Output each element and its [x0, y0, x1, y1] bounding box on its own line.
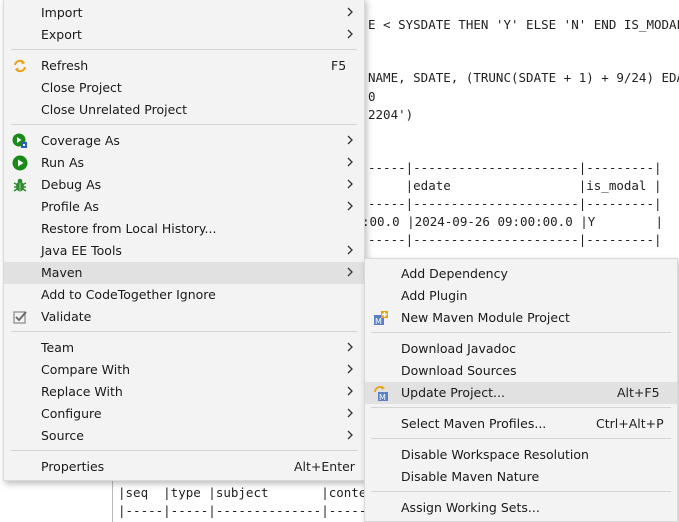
- menu-separator: [371, 332, 671, 333]
- shortcut-label: F5: [331, 58, 347, 73]
- chevron-right-icon: [347, 179, 353, 189]
- menu-separator: [11, 450, 357, 451]
- chevron-right-icon: [347, 245, 353, 255]
- coverage-icon: [12, 133, 27, 148]
- menu-separator: [371, 407, 671, 408]
- chevron-right-icon: [347, 408, 353, 418]
- menu-item-run-as[interactable]: Run As: [4, 152, 364, 174]
- menu-item-profile-as[interactable]: Profile As: [4, 196, 364, 218]
- menu-separator: [371, 491, 671, 492]
- menu-item-maven[interactable]: Maven: [4, 262, 364, 284]
- menu-item-add-dependency[interactable]: Add Dependency: [365, 263, 677, 285]
- chevron-right-icon: [347, 386, 353, 396]
- maven-module-icon: M: [374, 311, 388, 326]
- menu-item-disable-workspace-resolution[interactable]: Disable Workspace Resolution: [365, 444, 677, 466]
- menu-separator: [11, 124, 357, 125]
- menu-item-source[interactable]: Source: [4, 425, 364, 447]
- menu-item-export[interactable]: Export: [4, 24, 364, 46]
- menu-item-new-maven-module-project[interactable]: M New Maven Module Project: [365, 307, 677, 329]
- shortcut-label: Alt+F5: [617, 385, 660, 400]
- menu-item-refresh[interactable]: Refresh F5: [4, 55, 364, 77]
- menu-item-java-ee-tools[interactable]: Java EE Tools: [4, 240, 364, 262]
- menu-item-replace-with[interactable]: Replace With: [4, 381, 364, 403]
- menu-item-update-project[interactable]: M Update Project... Alt+F5: [365, 382, 677, 404]
- menu-item-properties[interactable]: Properties Alt+Enter: [4, 456, 364, 478]
- menu-item-team[interactable]: Team: [4, 337, 364, 359]
- run-icon: [12, 155, 28, 171]
- menu-item-download-sources[interactable]: Download Sources: [365, 360, 677, 382]
- menu-item-restore-local-history[interactable]: Restore from Local History...: [4, 218, 364, 240]
- menu-item-validate[interactable]: Validate: [4, 306, 364, 328]
- menu-item-download-javadoc[interactable]: Download Javadoc: [365, 338, 677, 360]
- menu-item-import[interactable]: Import: [4, 2, 364, 24]
- validate-check-icon: [13, 311, 27, 324]
- editor-line: NAME, SDATE, (TRUNC(SDATE + 1) + 9/24) E…: [368, 70, 679, 85]
- chevron-right-icon: [347, 201, 353, 211]
- chevron-right-icon: [347, 7, 353, 17]
- svg-text:M: M: [375, 317, 382, 326]
- editor-line: |seq |type |subject |contents: [118, 485, 389, 500]
- editor-line: -----|----------------------|---------|: [368, 196, 662, 211]
- menu-item-assign-working-sets[interactable]: Assign Working Sets...: [365, 497, 677, 519]
- menu-item-disable-maven-nature[interactable]: Disable Maven Nature: [365, 466, 677, 488]
- chevron-right-icon: [347, 267, 353, 277]
- chevron-right-icon: [347, 430, 353, 440]
- editor-line: 2204'): [368, 107, 414, 122]
- menu-item-select-maven-profiles[interactable]: Select Maven Profiles... Ctrl+Alt+P: [365, 413, 677, 435]
- chevron-right-icon: [347, 29, 353, 39]
- maven-update-icon: M: [374, 385, 388, 401]
- menu-item-compare-with[interactable]: Compare With: [4, 359, 364, 381]
- menu-separator: [11, 49, 357, 50]
- menu-item-coverage-as[interactable]: Coverage As: [4, 130, 364, 152]
- maven-submenu: Add Dependency Add Plugin M New Maven Mo…: [364, 258, 678, 522]
- editor-line: 0: [368, 89, 376, 104]
- chevron-right-icon: [347, 135, 353, 145]
- editor-line: E < SYSDATE THEN 'Y' ELSE 'N' END IS_MOD…: [368, 17, 679, 32]
- editor-margin-line: [112, 478, 113, 522]
- menu-item-close-project[interactable]: Close Project: [4, 77, 364, 99]
- editor-line: -----|----------------------|---------|: [368, 160, 662, 175]
- menu-item-debug-as[interactable]: Debug As: [4, 174, 364, 196]
- project-context-menu: Import Export Refresh F5 Close Project C…: [3, 0, 365, 481]
- menu-separator: [11, 331, 357, 332]
- refresh-icon: [14, 59, 26, 73]
- debug-bug-icon: [13, 178, 27, 192]
- editor-line: :00.0 |2024-09-26 09:00:00.0 |Y |: [362, 214, 664, 229]
- editor-line: |edate |is_modal |: [368, 178, 662, 193]
- menu-item-add-plugin[interactable]: Add Plugin: [365, 285, 677, 307]
- chevron-right-icon: [347, 157, 353, 167]
- shortcut-label: Ctrl+Alt+P: [596, 416, 664, 431]
- menu-item-configure[interactable]: Configure: [4, 403, 364, 425]
- chevron-right-icon: [347, 364, 353, 374]
- menu-separator: [371, 438, 671, 439]
- menu-item-close-unrelated-project[interactable]: Close Unrelated Project: [4, 99, 364, 121]
- editor-line: -----|----------------------|---------|: [368, 232, 662, 247]
- menu-item-add-codetogether-ignore[interactable]: Add to CodeTogether Ignore: [4, 284, 364, 306]
- shortcut-label: Alt+Enter: [294, 459, 355, 474]
- editor-line: |-----|-----|--------------|--------: [118, 503, 389, 518]
- chevron-right-icon: [347, 342, 353, 352]
- svg-text:M: M: [379, 393, 386, 401]
